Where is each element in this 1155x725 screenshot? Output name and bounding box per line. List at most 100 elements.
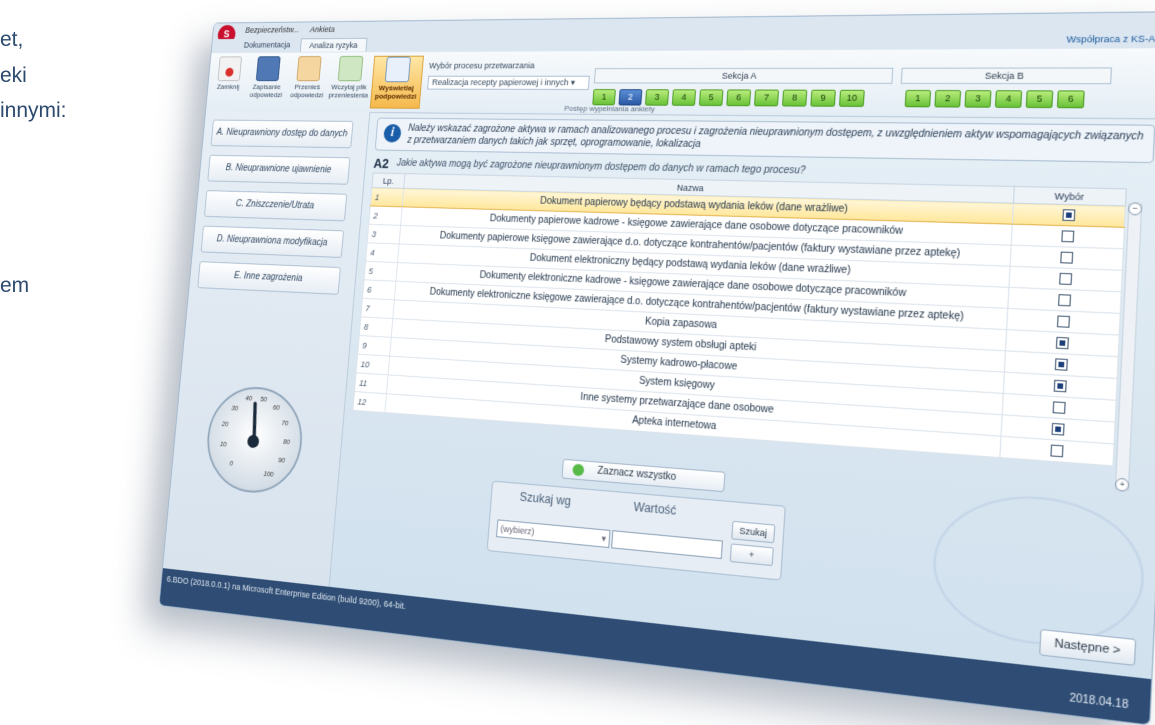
gauge-tick: 0: [229, 460, 234, 468]
section-a-item[interactable]: 10: [838, 89, 865, 107]
move-answers-button[interactable]: Przenieś odpowiedzi: [286, 56, 331, 99]
info-text: Należy wskazać zagrożone aktywa w ramach…: [406, 123, 1144, 150]
search-value-label: Wartość: [633, 499, 677, 518]
move-icon: [296, 56, 322, 82]
progress-gauge: 0 10 20 30 40 50 60 70 80 90 100: [202, 384, 307, 497]
row-checkbox[interactable]: [1061, 209, 1075, 222]
move-answers-label: Przenieś odpowiedzi: [289, 82, 324, 100]
section-b-item[interactable]: 2: [934, 90, 962, 108]
check-circle-icon: [572, 463, 585, 477]
search-panel: Szukaj wg Wartość (wybierz) ▾ Szukaj +: [486, 480, 786, 581]
section-b-item[interactable]: 1: [904, 89, 932, 108]
row-checkbox[interactable]: [1056, 315, 1070, 328]
nav-item-c[interactable]: C. Zniszczenie/Utrata: [203, 190, 348, 222]
nav-item-a[interactable]: A. Nieuprawniony dostęp do danych: [210, 119, 354, 149]
process-selector: Wybór procesu przetwarzania Realizacja r…: [427, 61, 591, 91]
load-file-icon: [337, 55, 364, 82]
gauge-tick: 30: [231, 405, 239, 413]
row-checkbox[interactable]: [1060, 230, 1074, 243]
close-icon: [217, 56, 243, 82]
title-tab-2[interactable]: Ankieta: [310, 25, 336, 34]
stage: S Bezpieczeństw... Ankieta Dokumentacja …: [0, 0, 1155, 725]
row-checkbox[interactable]: [1055, 336, 1069, 350]
load-file-button[interactable]: Wczytaj plik przeniesienia: [327, 55, 373, 100]
select-all-label: Zaznacz wszystko: [596, 465, 677, 484]
search-input[interactable]: [611, 530, 723, 560]
gauge-tick: 10: [219, 441, 227, 449]
row-checkbox[interactable]: [1057, 294, 1071, 307]
section-a-item[interactable]: 9: [810, 89, 836, 107]
nav-item-b[interactable]: B. Nieuprawnione ujawnienie: [207, 154, 351, 185]
section-b-header: Sekcja B: [900, 67, 1113, 85]
section-a-item[interactable]: 2: [618, 89, 643, 106]
ribbon: Zamknij Zapisanie odpowiedzi Przenieś od…: [205, 48, 1155, 120]
section-a-item[interactable]: 1: [592, 89, 616, 106]
row-number: 6: [362, 279, 396, 300]
section-b-item[interactable]: 4: [994, 90, 1023, 108]
row-number: 2: [368, 205, 403, 226]
tab-dokumentacja[interactable]: Dokumentacja: [235, 38, 299, 51]
cooperation-label[interactable]: Współpraca z KS-AOW: [1066, 33, 1155, 44]
save-answers-button[interactable]: Zapisanie odpowiedzi: [245, 56, 289, 99]
gauge-tick: 50: [259, 396, 268, 404]
search-field-value: (wybierz): [500, 523, 535, 537]
row-number: 7: [360, 298, 395, 319]
row-checkbox[interactable]: [1058, 272, 1072, 285]
row-number: 3: [367, 224, 401, 244]
search-button[interactable]: Szukaj: [731, 520, 776, 544]
row-number: 5: [364, 261, 398, 282]
gauge-tick: 80: [282, 439, 290, 447]
status-date: 2018.04.18: [1069, 692, 1129, 712]
row-checkbox[interactable]: [1049, 444, 1063, 458]
gauge-tick: 20: [221, 421, 229, 429]
search-field-dropdown[interactable]: (wybierz) ▾: [496, 519, 611, 549]
gauge-tick: 60: [272, 404, 280, 412]
section-a-item[interactable]: 8: [781, 89, 808, 107]
add-button[interactable]: +: [729, 543, 774, 567]
select-all-button[interactable]: Zaznacz wszystko: [561, 458, 726, 493]
scroll-down-icon[interactable]: +: [1114, 477, 1130, 492]
section-b-item[interactable]: 6: [1056, 90, 1085, 109]
nav-item-e[interactable]: E. Inne zagrożenia: [197, 261, 341, 295]
gauge-hub: [246, 434, 260, 449]
close-label: Zamknij: [216, 82, 240, 91]
info-box: i Należy wskazać zagrożone aktywa w rama…: [374, 117, 1155, 164]
section-a-header: Sekcja A: [593, 67, 894, 84]
section-a-item[interactable]: 5: [698, 89, 724, 107]
nav-item-d[interactable]: D. Nieuprawniona modyfikacja: [200, 225, 345, 258]
row-checkbox[interactable]: [1050, 422, 1065, 436]
hints-icon: [384, 56, 411, 83]
process-value: Realizacja recepty papierowej i innych: [431, 77, 569, 88]
show-hints-button[interactable]: Wyświetlaj podpowiedzi: [369, 55, 424, 109]
section-b-item[interactable]: 3: [964, 90, 992, 108]
load-file-label: Wczytaj plik przeniesienia: [328, 82, 369, 100]
row-number: 9: [357, 335, 392, 357]
row-checkbox[interactable]: [1059, 251, 1073, 264]
save-icon: [255, 56, 281, 82]
row-checkbox[interactable]: [1053, 379, 1067, 393]
row-checkbox[interactable]: [1051, 401, 1066, 414]
gauge-tick: 90: [277, 457, 285, 465]
gauge-tick: 40: [245, 395, 253, 403]
row-number: 4: [365, 242, 400, 263]
section-b-item[interactable]: 5: [1025, 90, 1054, 109]
save-answers-label: Zapisanie odpowiedzi: [249, 82, 283, 99]
section-a-item[interactable]: 7: [753, 89, 780, 107]
row-number: 12: [352, 391, 387, 413]
section-a-item[interactable]: 6: [726, 89, 752, 107]
show-hints-label: Wyświetlaj podpowiedzi: [374, 83, 417, 101]
process-dropdown[interactable]: Realizacja recepty papierowej i innych ▾: [427, 75, 590, 91]
title-tab-1[interactable]: Bezpieczeństw...: [245, 25, 300, 34]
chevron-down-icon: ▾: [570, 77, 576, 88]
section-a-item[interactable]: 4: [671, 89, 697, 106]
previous-button[interactable]: < Poprzednie: [244, 624, 320, 655]
app-window: S Bezpieczeństw... Ankieta Dokumentacja …: [158, 11, 1155, 725]
tab-analiza-ryzyka[interactable]: Analiza ryzyka: [299, 37, 368, 52]
close-button[interactable]: Zamknij: [208, 56, 251, 91]
section-a-item[interactable]: 3: [644, 89, 670, 106]
row-number: 11: [354, 372, 389, 394]
row-checkbox[interactable]: [1054, 358, 1068, 371]
chevron-down-icon: ▾: [601, 533, 607, 544]
row-number: 1: [370, 187, 404, 207]
scroll-up-icon[interactable]: −: [1127, 202, 1143, 216]
